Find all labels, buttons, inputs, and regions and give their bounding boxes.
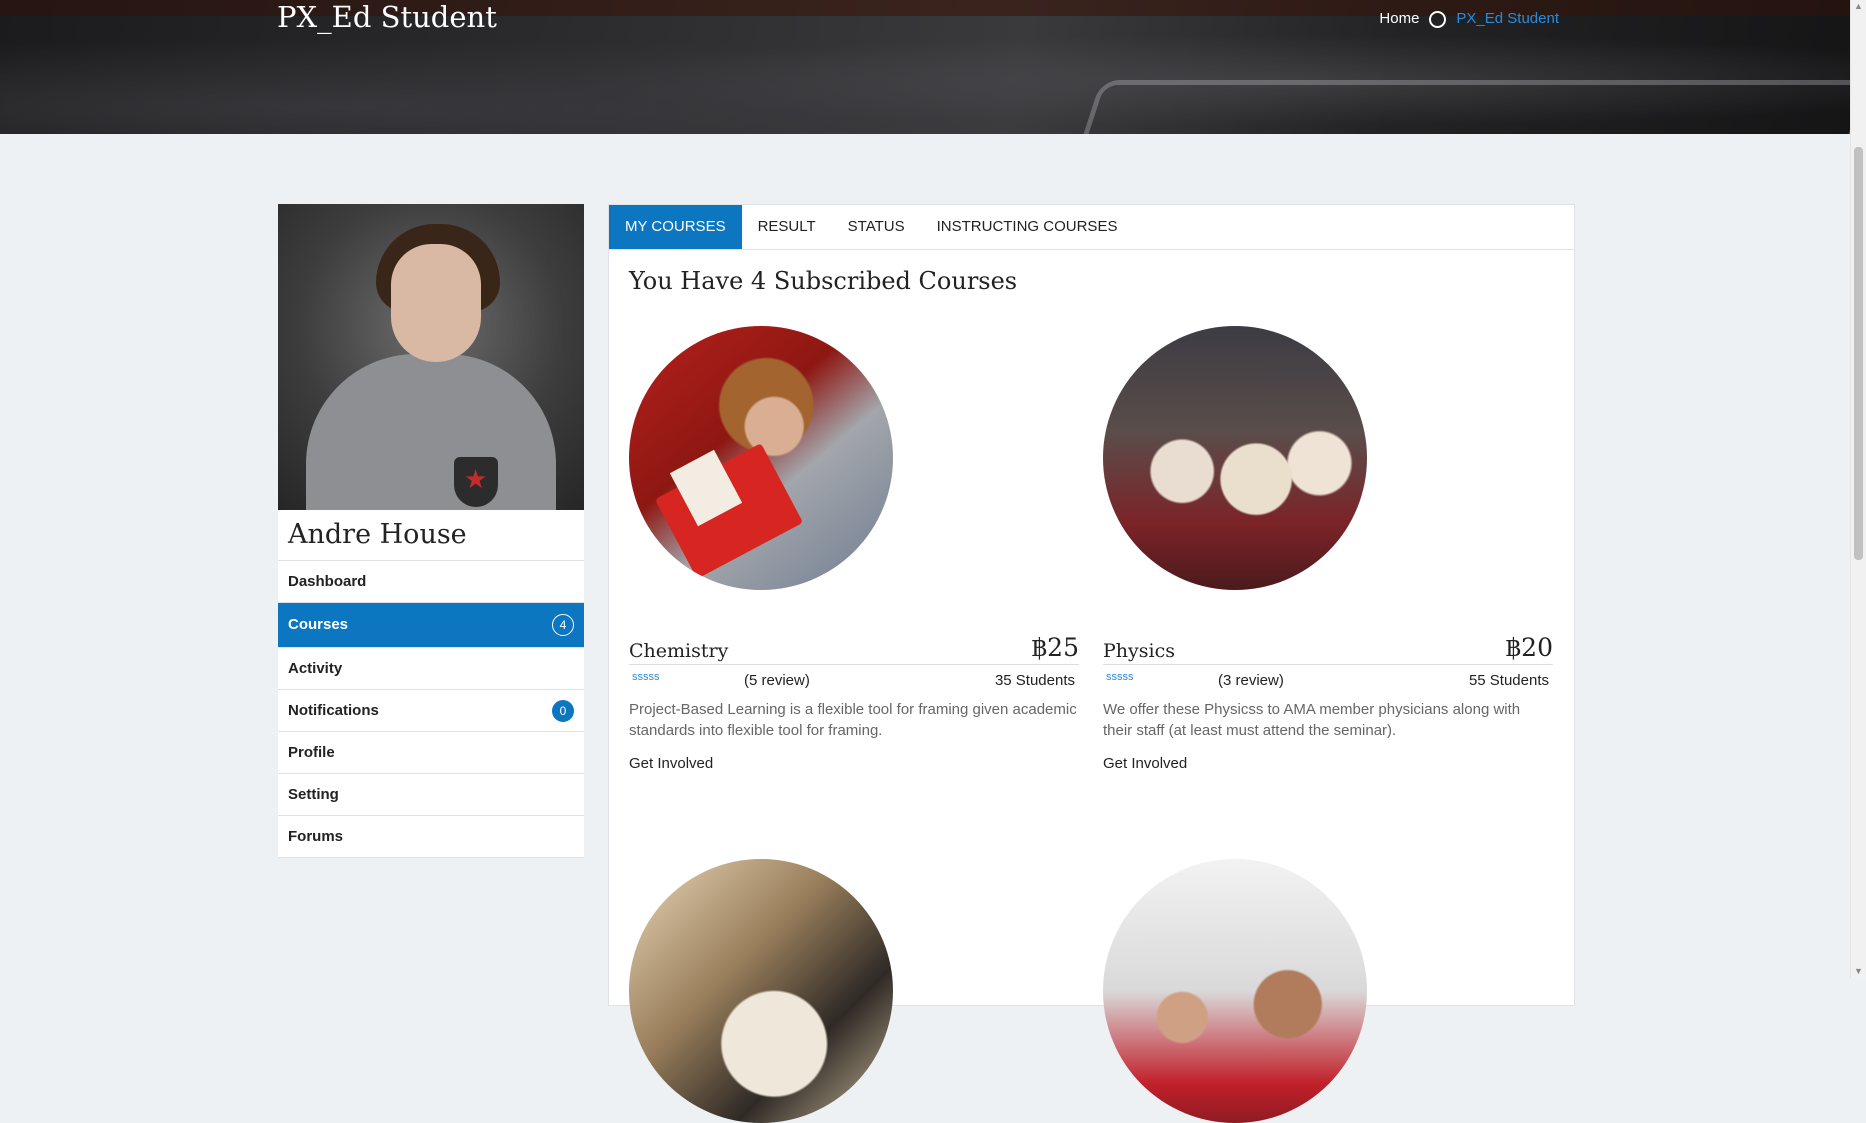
tab-status[interactable]: STATUS [832,205,921,249]
get-involved-link[interactable]: Get Involved [1103,755,1187,772]
sidebar-item-label: Dashboard [288,573,367,590]
avatar: ★ [278,204,584,510]
course-students: 55 Students [1468,671,1549,689]
circle-separator-icon [1429,11,1447,28]
course-card [1103,859,1553,1123]
breadcrumb: Home PX_Ed Student [1379,8,1559,28]
sidebar-item-label: Notifications [288,702,379,719]
course-image[interactable] [1103,859,1367,1123]
page-scrollbar[interactable]: ▲ ▼ [1850,0,1866,978]
course-image[interactable] [629,859,893,1123]
breadcrumb-home-link[interactable]: Home [1379,10,1419,27]
breadcrumb-current-link[interactable]: PX_Ed Student [1456,10,1559,27]
sidebar-item-label: Activity [288,660,343,677]
course-card: Chemistry ฿25 sssss (5 review) 35 Studen… [629,326,1079,773]
rating-stars-icon: sssss [1106,671,1134,683]
star-icon: ★ [464,464,488,494]
course-card: Physics ฿20 sssss (3 review) 55 Students… [1103,326,1553,773]
sidebar-item-activity[interactable]: Activity [278,648,584,690]
rating-stars-icon: sssss [632,671,660,683]
course-title[interactable]: Physics [1103,640,1175,662]
scrollbar-thumb[interactable] [1854,147,1863,560]
tab-my-courses[interactable]: MY COURSES [609,205,742,249]
course-header: Physics ฿20 [1103,630,1553,665]
course-price: ฿25 [1031,633,1079,662]
tab-instructing-courses[interactable]: INSTRUCTING COURSES [921,205,1134,249]
sidebar-item-profile[interactable]: Profile [278,732,584,774]
profile-sidebar: ★ Andre House Dashboard Courses 4 Activi… [278,204,584,858]
page-title: PX_Ed Student [277,0,497,34]
courses-panel: MY COURSES RESULT STATUS INSTRUCTING COU… [608,204,1575,1123]
course-reviews: (5 review) [744,671,810,689]
hero-background-image [1058,80,1851,134]
course-card [629,859,1079,1123]
course-meta: sssss (3 review) 55 Students [1103,665,1553,695]
sidebar-item-label: Setting [288,786,339,803]
course-description: We offer these Physicss to AMA member ph… [1103,701,1521,739]
course-image-book [654,443,804,579]
sidebar-item-label: Profile [288,744,335,761]
course-image[interactable] [1103,326,1367,590]
sidebar-item-notifications[interactable]: Notifications 0 [278,690,584,732]
notifications-count-badge: 0 [552,699,574,722]
scroll-up-arrow-icon[interactable]: ▲ [1854,2,1863,11]
sidebar-item-forums[interactable]: Forums [278,816,584,858]
sidebar-item-dashboard[interactable]: Dashboard [278,561,584,603]
sidebar-item-label: Courses [288,616,349,633]
course-header: Chemistry ฿25 [629,630,1079,665]
get-involved-link[interactable]: Get Involved [629,755,713,772]
avatar-face [391,244,481,362]
course-description: Project-Based Learning is a flexible too… [629,701,1077,739]
course-meta: sssss (5 review) 35 Students [629,665,1079,695]
sidebar-item-label: Forums [288,828,344,845]
course-reviews: (3 review) [1218,671,1284,689]
scroll-down-arrow-icon[interactable]: ▼ [1854,967,1863,976]
courses-heading: You Have 4 Subscribed Courses [629,267,1018,295]
hero-banner: PX_Ed Student Home PX_Ed Student [0,0,1851,134]
profile-name: Andre House [278,510,584,561]
course-title[interactable]: Chemistry [629,640,728,662]
tab-bar: MY COURSES RESULT STATUS INSTRUCTING COU… [609,205,1574,250]
courses-count-badge: 4 [552,614,574,636]
tab-result[interactable]: RESULT [742,205,832,249]
sidebar-item-setting[interactable]: Setting [278,774,584,816]
avatar-hoodie [306,354,556,510]
course-image[interactable] [629,326,893,590]
course-students: 35 Students [994,671,1075,689]
course-price: ฿20 [1505,633,1553,662]
sidebar-item-courses[interactable]: Courses 4 [278,603,584,648]
